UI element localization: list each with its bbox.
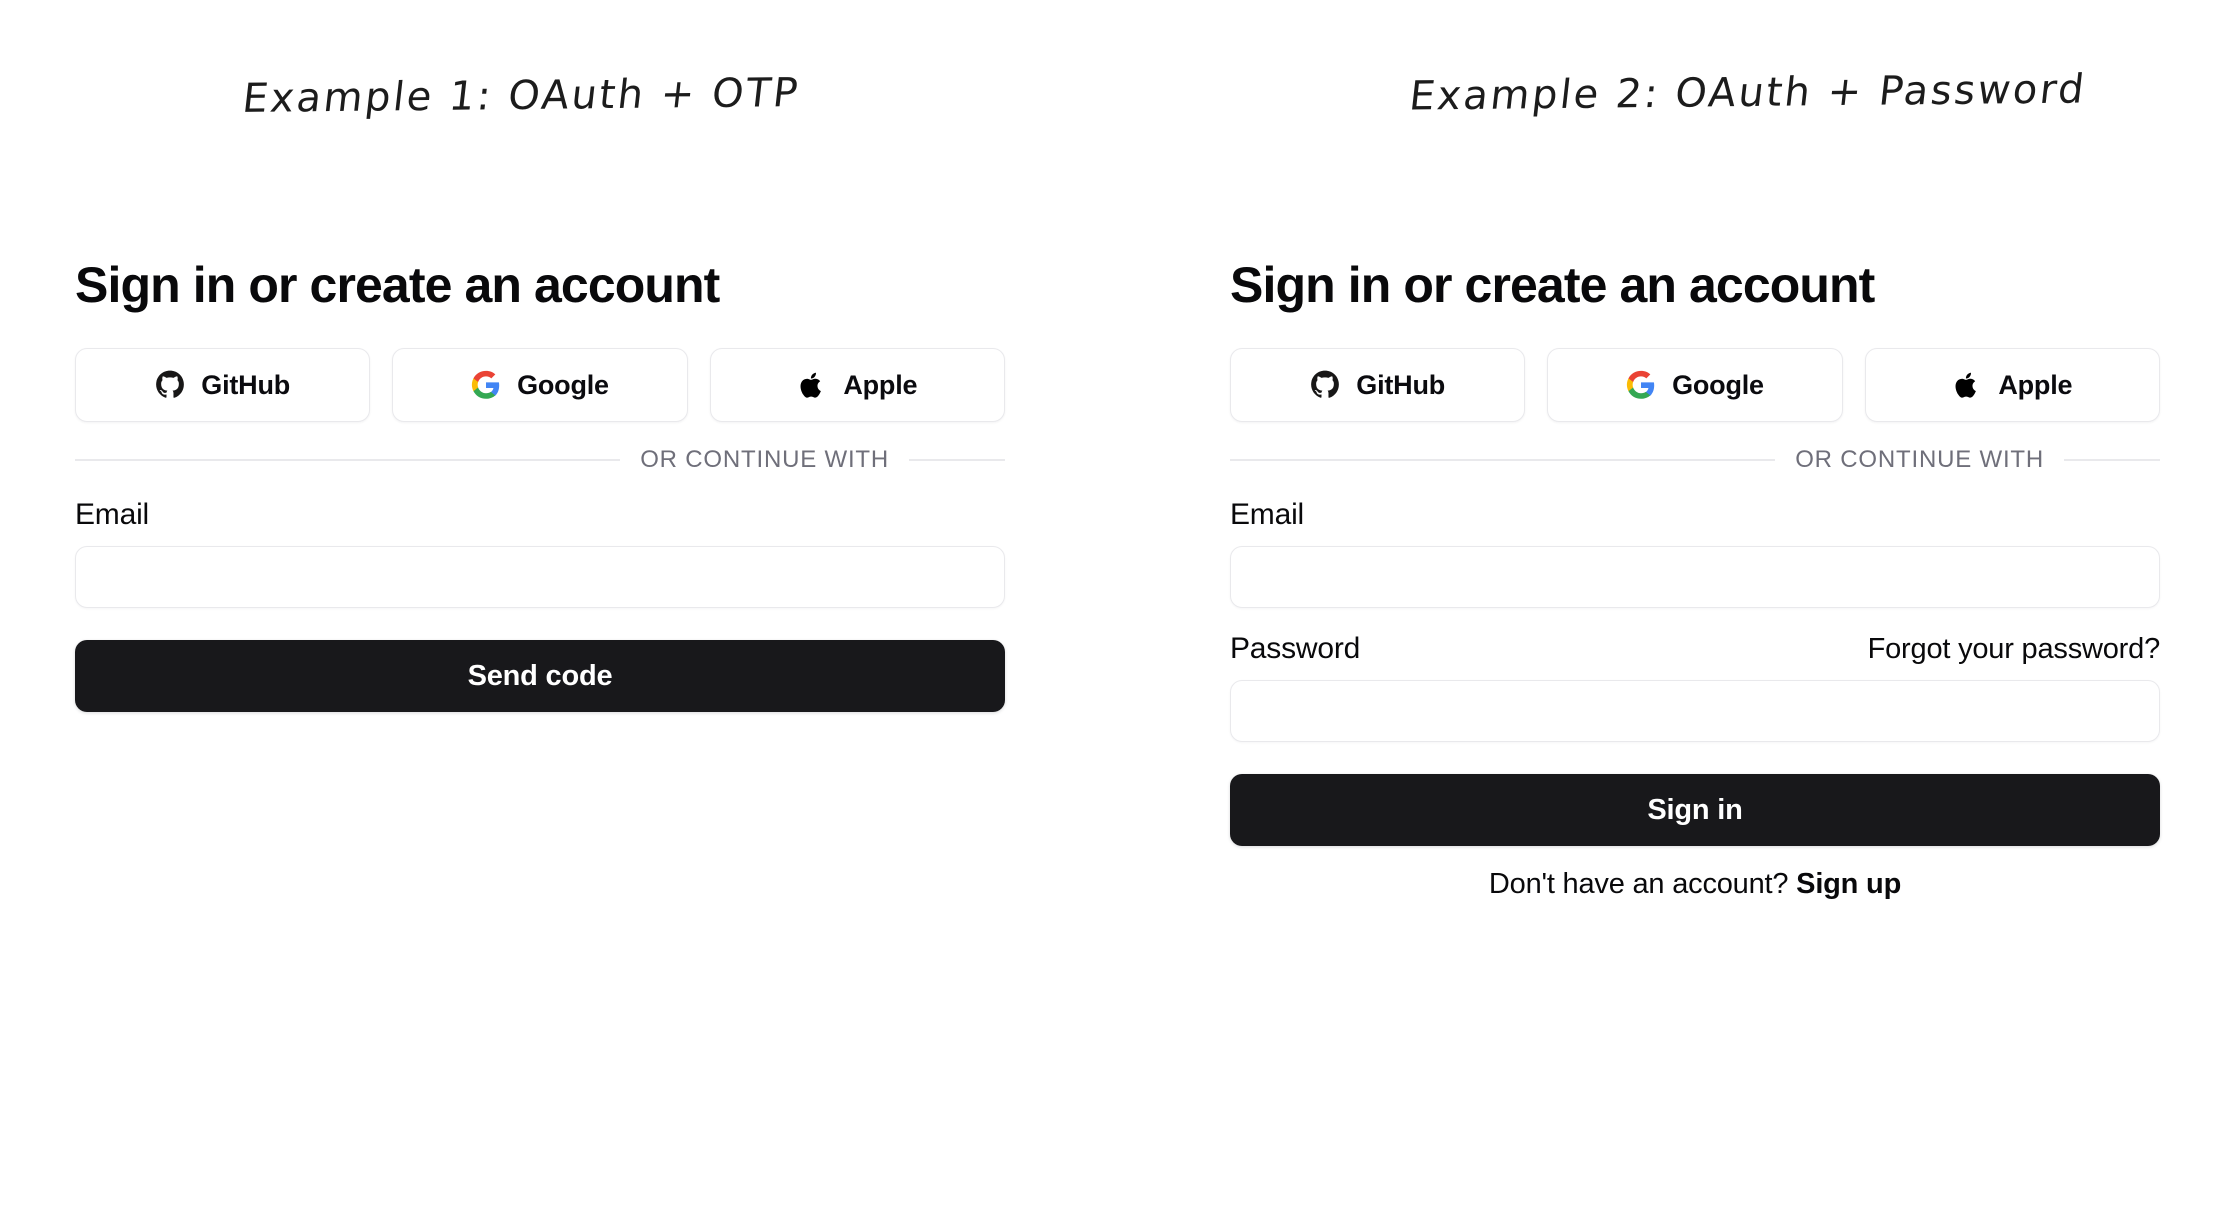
google-icon [471, 370, 501, 400]
github-signin-button[interactable]: GitHub [1230, 348, 1526, 422]
email-field-group: Email [75, 498, 1005, 608]
email-input[interactable] [75, 546, 1005, 608]
example-1-caption: Example 1: OAuth + OTP [240, 70, 803, 122]
or-continue-divider: OR CONTINUE WITH [1230, 446, 2160, 474]
github-icon [155, 370, 185, 400]
divider-label: OR CONTINUE WITH [640, 446, 889, 473]
email-label: Email [1230, 498, 1305, 531]
github-icon [1310, 370, 1340, 400]
oauth-provider-row: GitHub Google Apple [75, 348, 1005, 422]
divider-rule-right [909, 459, 1005, 461]
apple-signin-button[interactable]: Apple [709, 348, 1005, 422]
apple-signin-label: Apple [1998, 369, 2073, 400]
password-input[interactable] [1230, 680, 2160, 742]
password-field-header: Password Forgot your password? [1230, 632, 2160, 666]
google-signin-label: Google [1672, 369, 1764, 400]
page-title: Sign in or create an account [1230, 257, 1875, 313]
github-signin-label: GitHub [201, 369, 291, 400]
google-icon [1626, 370, 1656, 400]
divider-label: OR CONTINUE WITH [1795, 446, 2044, 473]
password-field-group: Password Forgot your password? [1230, 632, 2160, 742]
email-field-group: Email [1230, 498, 2160, 608]
page-title: Sign in or create an account [75, 257, 720, 313]
github-signin-label: GitHub [1356, 369, 1446, 400]
email-field-header: Email [75, 498, 1005, 532]
apple-icon [797, 370, 827, 400]
google-signin-label: Google [517, 369, 609, 400]
apple-signin-label: Apple [843, 369, 918, 400]
divider-rule-left [1230, 459, 1776, 461]
forgot-password-link[interactable]: Forgot your password? [1868, 633, 2161, 666]
or-continue-divider: OR CONTINUE WITH [75, 446, 1005, 474]
sign-in-button[interactable]: Sign in [1230, 774, 2160, 846]
divider-rule-right [2064, 459, 2160, 461]
password-label: Password [1230, 632, 1361, 665]
sign-up-link[interactable]: Sign up [1796, 868, 1901, 900]
signin-panel-password: Sign in or create an account GitHub Goog… [1230, 258, 2160, 901]
page-canvas: Example 1: OAuth + OTP Example 2: OAuth … [0, 0, 2236, 1212]
signup-prompt-text: Don't have an account? [1488, 868, 1797, 900]
example-2-caption: Example 2: OAuth + Password [1407, 66, 2089, 120]
google-signin-button[interactable]: Google [1547, 348, 1843, 422]
signup-prompt-row: Don't have an account? Sign up [1230, 868, 2160, 901]
apple-icon [1952, 370, 1982, 400]
send-code-button[interactable]: Send code [75, 640, 1005, 712]
apple-signin-button[interactable]: Apple [1864, 348, 2160, 422]
signin-panel-otp: Sign in or create an account GitHub Goog… [75, 258, 1005, 712]
github-signin-button[interactable]: GitHub [75, 348, 371, 422]
email-field-header: Email [1230, 498, 2160, 532]
oauth-provider-row: GitHub Google Apple [1230, 348, 2160, 422]
email-label: Email [75, 498, 150, 531]
divider-rule-left [75, 459, 621, 461]
google-signin-button[interactable]: Google [392, 348, 688, 422]
email-input[interactable] [1230, 546, 2160, 608]
